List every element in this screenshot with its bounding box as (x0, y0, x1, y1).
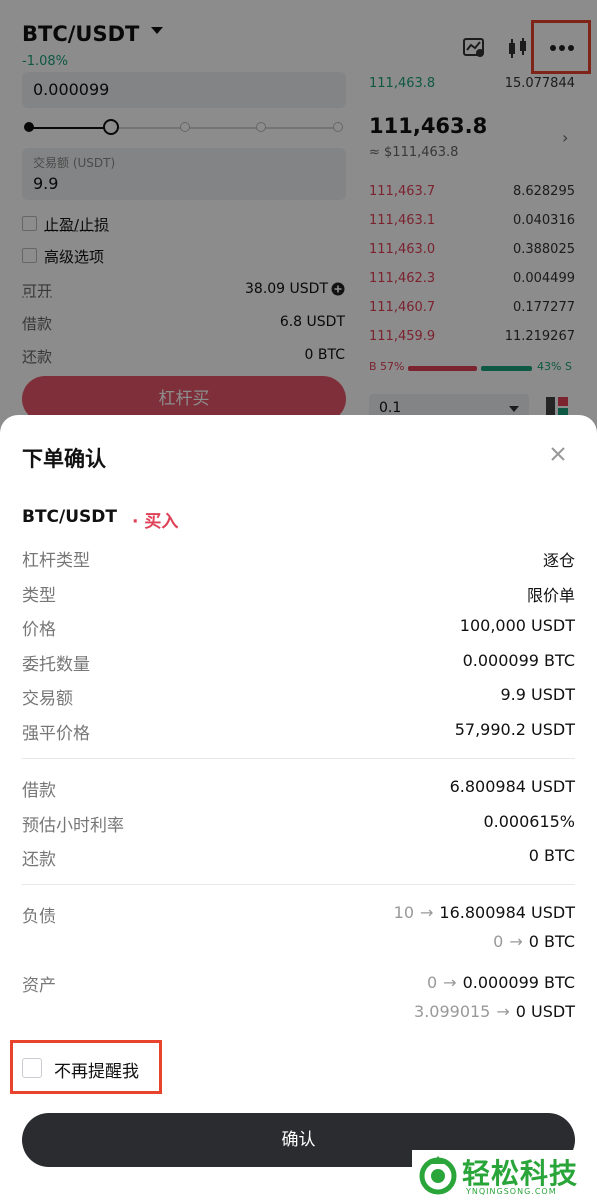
sheet-title: 下单确认 (22, 447, 106, 471)
arrow-right-icon: → (420, 903, 434, 922)
asset-to: 0 USDT (515, 1002, 575, 1021)
watermark-text: 轻松科技 (462, 1157, 579, 1190)
assets-label: 资产 (22, 976, 56, 996)
detail-value: 100,000 USDT (459, 616, 575, 635)
detail-value: 0 BTC (528, 846, 575, 865)
detail-label: 价格 (22, 620, 56, 640)
detail-value: 限价单 (526, 585, 575, 605)
liability-from: 10 (393, 903, 415, 922)
arrow-right-icon: → (496, 1002, 510, 1021)
order-confirm-sheet: 下单确认 BTC/USDT · 买入 杠杆类型 逐仓类型 限价单价格 100,000 … (0, 415, 597, 1200)
detail-value: 逐仓 (542, 551, 575, 570)
dont-remind-checkbox[interactable] (22, 1058, 42, 1078)
liability-to: 16.800984 USDT (439, 903, 575, 922)
arrow-right-icon: → (443, 973, 457, 992)
asset-line: 3.099015 → 0 USDT (414, 1002, 575, 1021)
detail-label: 交易额 (22, 689, 73, 709)
asset-line: 0 → 0.000099 BTC (427, 973, 575, 992)
watermark-logo-icon (419, 1156, 457, 1195)
dont-remind-label[interactable]: 不再提醒我 (54, 1057, 139, 1082)
close-icon[interactable] (547, 443, 569, 465)
detail-label: 杠杆类型 (22, 551, 90, 571)
divider (22, 884, 575, 885)
asset-from: 3.099015 (414, 1002, 491, 1021)
detail-label: 强平价格 (22, 723, 90, 744)
order-side: · 买入 (132, 512, 179, 532)
liability-line: 10 → 16.800984 USDT (394, 903, 575, 922)
watermark-subtext: YNQINGSONG.COM (466, 1187, 557, 1196)
liabilities-label: 负债 (22, 907, 56, 927)
detail-value: 6.800984 USDT (449, 777, 575, 796)
detail-label: 类型 (22, 585, 56, 606)
liability-to: 0 BTC (528, 932, 575, 951)
asset-to: 0.000099 BTC (462, 973, 575, 992)
liability-from: 0 (493, 932, 504, 951)
divider (22, 758, 575, 759)
detail-label: 还款 (22, 850, 56, 870)
order-pair: BTC/USDT (22, 507, 117, 527)
detail-value: 57,990.2 USDT (454, 719, 575, 739)
detail-label: 预估小时利率 (22, 815, 124, 836)
arrow-right-icon: → (509, 932, 523, 951)
detail-value: 0.000099 BTC (462, 650, 575, 670)
detail-value: 0.000615% (483, 811, 575, 831)
liability-line: 0 → 0 BTC (493, 932, 575, 951)
detail-label: 借款 (22, 781, 56, 801)
detail-value: 9.9 USDT (500, 685, 576, 704)
asset-from: 0 (426, 973, 438, 992)
trading-screen: BTC/USDT -1.08% 0.000099 交易额 (USDT) 9.9 … (0, 0, 597, 1200)
detail-label: 委托数量 (22, 654, 90, 675)
